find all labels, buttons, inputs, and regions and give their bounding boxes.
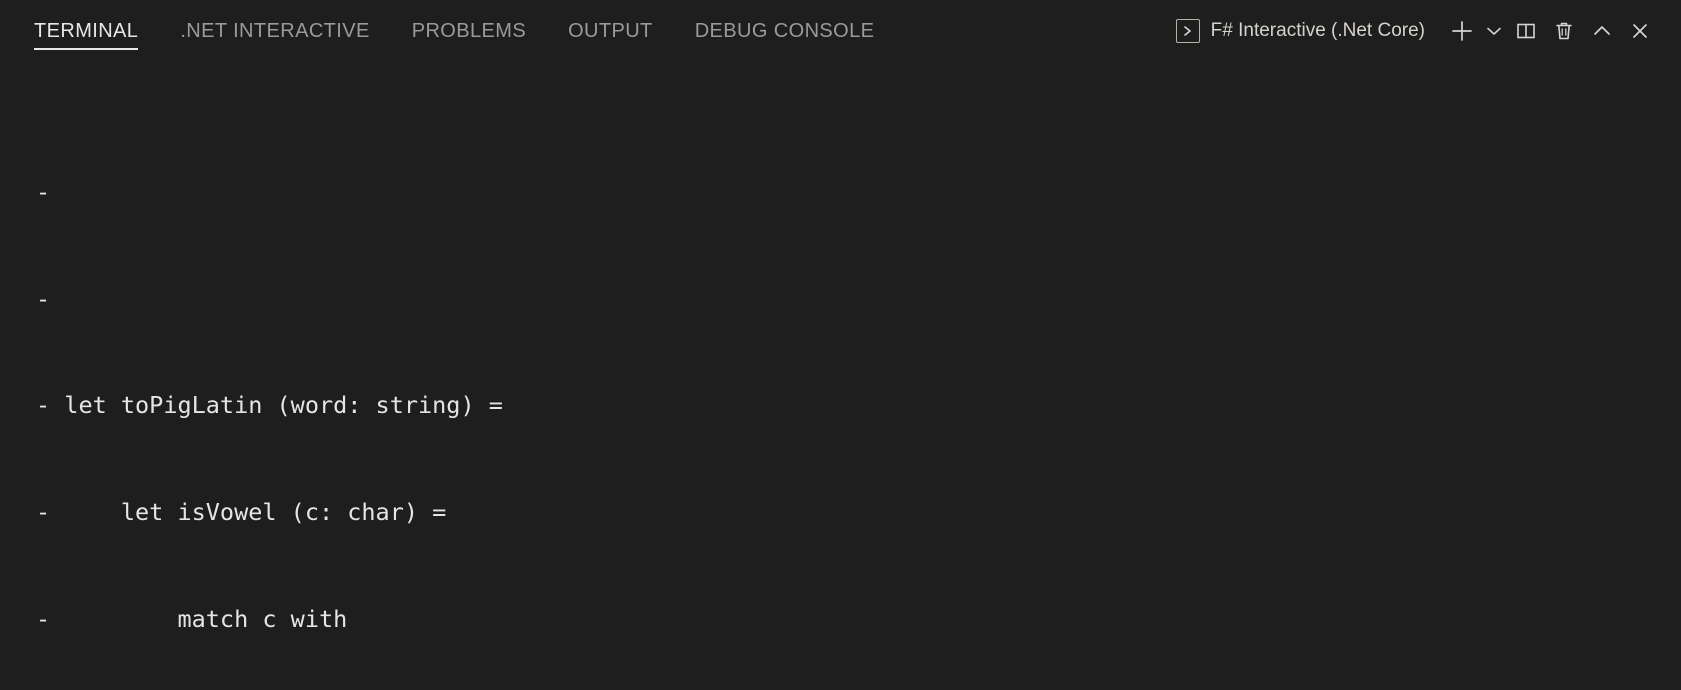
tab-output[interactable]: OUTPUT xyxy=(568,0,653,62)
tab-terminal-label: TERMINAL xyxy=(34,19,139,42)
kill-terminal-button[interactable] xyxy=(1545,12,1583,50)
terminal-instance-name: F# Interactive (.Net Core) xyxy=(1210,20,1425,41)
close-panel-button[interactable] xyxy=(1621,12,1659,50)
terminal-line: - xyxy=(36,177,65,206)
chevron-up-icon xyxy=(1594,26,1610,35)
split-terminal-button[interactable] xyxy=(1507,12,1545,50)
tab-debug-console-label: DEBUG CONSOLE xyxy=(694,19,875,42)
panel-header: TERMINAL .NET INTERACTIVE PROBLEMS OUTPU… xyxy=(0,0,1681,62)
terminal-output[interactable]: - - - let toPigLatin (word: string) = - … xyxy=(0,62,1681,690)
terminal-profile-dropdown[interactable] xyxy=(1481,12,1507,50)
terminal-chevron-icon xyxy=(1175,19,1200,43)
active-tab-underline xyxy=(34,48,139,50)
terminal-panel: TERMINAL .NET INTERACTIVE PROBLEMS OUTPU… xyxy=(0,0,1681,690)
tab-dotnet-interactive[interactable]: .NET INTERACTIVE xyxy=(180,0,369,62)
panel-header-actions: F# Interactive (.Net Core) xyxy=(1172,0,1681,62)
maximize-panel-button[interactable] xyxy=(1583,12,1621,50)
terminal-line: - xyxy=(36,284,65,313)
chevron-down-icon xyxy=(1487,27,1501,35)
trash-icon xyxy=(1556,22,1572,40)
panel-tab-bar: TERMINAL .NET INTERACTIVE PROBLEMS OUTPU… xyxy=(0,0,874,62)
terminal-line: - let toPigLatin (word: string) = xyxy=(36,391,503,420)
new-terminal-button[interactable] xyxy=(1443,12,1481,50)
terminal-instance-selector[interactable]: F# Interactive (.Net Core) xyxy=(1172,15,1429,47)
tab-debug-console[interactable]: DEBUG CONSOLE xyxy=(695,0,875,62)
terminal-line: - match c with xyxy=(36,604,348,633)
tab-problems-label: PROBLEMS xyxy=(411,19,527,42)
close-icon xyxy=(1633,24,1647,38)
terminal-line: - let isVowel (c: char) = xyxy=(36,498,447,527)
tab-terminal[interactable]: TERMINAL xyxy=(34,0,139,62)
tab-dotnet-interactive-label: .NET INTERACTIVE xyxy=(180,19,370,42)
split-editor-icon xyxy=(1517,23,1535,39)
tab-output-label: OUTPUT xyxy=(568,19,653,42)
tab-problems[interactable]: PROBLEMS xyxy=(412,0,526,62)
